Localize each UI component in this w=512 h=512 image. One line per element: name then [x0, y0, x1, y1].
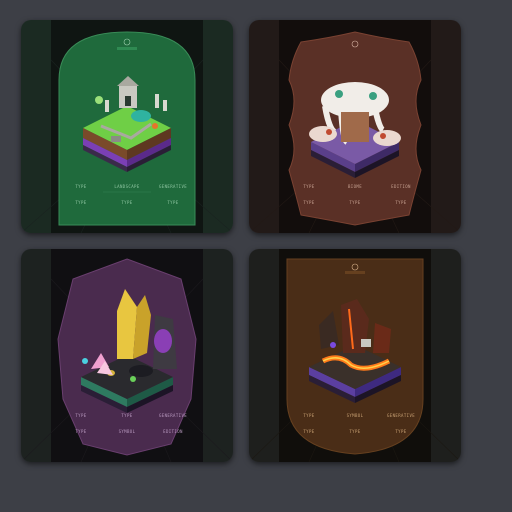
stat-label: TYPE [75, 184, 87, 189]
stat-label: GENERATIVE [159, 184, 188, 189]
stat-label: TYPE [75, 413, 87, 418]
stat-label: TYPE [75, 200, 87, 205]
stat-label: TYPE [167, 200, 179, 205]
stat-label: SYMBOL [346, 413, 364, 418]
crystal-stats-row-2: TYPE SYMBOL EDITION [21, 429, 233, 434]
card-snow[interactable]: TYPE BIOME EDITION TYPE TYPE TYPE [249, 20, 461, 233]
stat-label: TYPE [303, 429, 315, 434]
lava-stats-row-2: TYPE TYPE TYPE [249, 429, 461, 434]
stat-label: GENERATIVE [159, 413, 188, 418]
stat-label: TYPE [121, 200, 133, 205]
card-forest[interactable]: TYPE LANDSCAPE GENERATIVE TYPE TYPE TYPE [21, 20, 233, 233]
card-crystal[interactable]: TYPE TYPE GENERATIVE TYPE SYMBOL EDITION [21, 249, 233, 462]
stat-label: TYPE [303, 184, 315, 189]
stat-label: TYPE [75, 429, 87, 434]
forest-stats-row-1: TYPE LANDSCAPE GENERATIVE [21, 184, 233, 189]
snow-stats-row-2: TYPE TYPE TYPE [249, 200, 461, 205]
stat-label: TYPE [395, 200, 407, 205]
stat-label: EDITION [163, 429, 183, 434]
stat-label: GENERATIVE [387, 413, 416, 418]
stat-label: TYPE [303, 200, 315, 205]
stat-label: TYPE [349, 429, 361, 434]
stat-label: BIOME [347, 184, 363, 189]
stat-label: TYPE [395, 429, 407, 434]
card-lava[interactable]: TYPE SYMBOL GENERATIVE TYPE TYPE TYPE [249, 249, 461, 462]
crystal-stats-row-1: TYPE TYPE GENERATIVE [21, 413, 233, 418]
stat-label: SYMBOL [118, 429, 136, 434]
stat-label: EDITION [391, 184, 411, 189]
stat-label: LANDSCAPE [114, 184, 140, 189]
stat-label: TYPE [349, 200, 361, 205]
stat-label: TYPE [121, 413, 133, 418]
forest-stats-row-2: TYPE TYPE TYPE [21, 200, 233, 205]
snow-stats-row-1: TYPE BIOME EDITION [249, 184, 461, 189]
lava-stats-row-1: TYPE SYMBOL GENERATIVE [249, 413, 461, 418]
stat-label: TYPE [303, 413, 315, 418]
